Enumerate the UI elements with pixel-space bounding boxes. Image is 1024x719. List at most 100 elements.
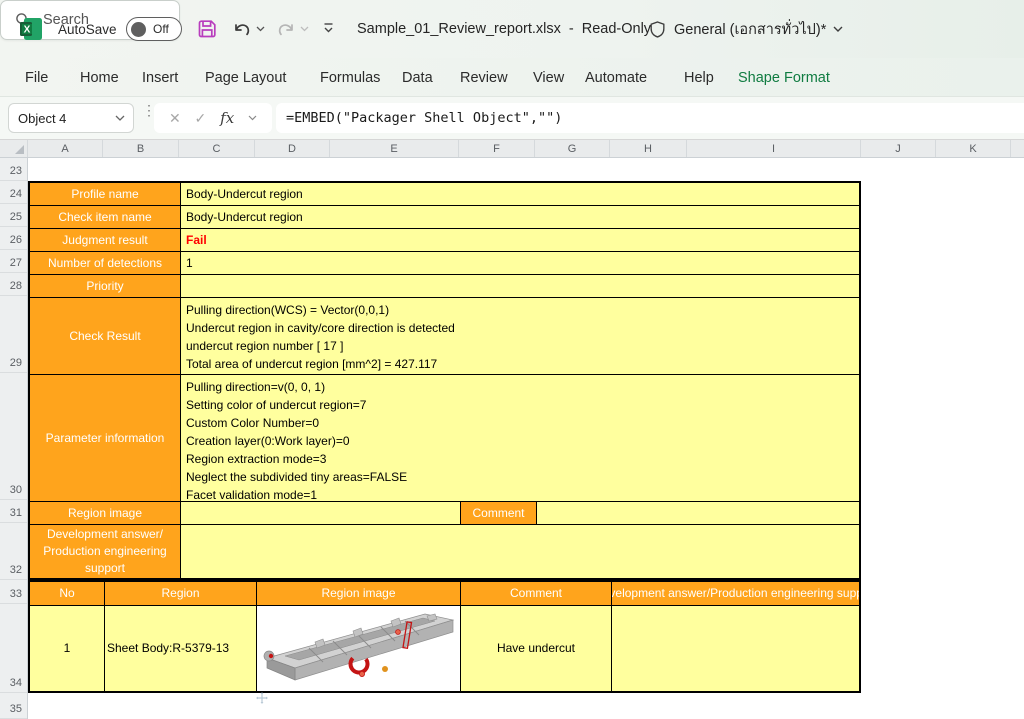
row-header-23[interactable]: 23 xyxy=(0,158,27,181)
development-answer-blank-cell[interactable] xyxy=(181,525,859,578)
label-judgment-result[interactable]: Judgment result xyxy=(30,229,181,252)
detail-header-region[interactable]: Region xyxy=(105,582,257,606)
row-header-29[interactable]: 29 xyxy=(0,296,27,373)
column-header-B[interactable]: B xyxy=(103,140,179,157)
label-number-of-detections[interactable]: Number of detections xyxy=(30,252,181,275)
label-check-result[interactable]: Check Result xyxy=(30,298,181,375)
detail-header-development-answer[interactable]: Development answer/Production engineerin… xyxy=(612,582,859,606)
enter-button[interactable]: ✓ xyxy=(195,110,207,127)
value-judgment-result[interactable]: Fail xyxy=(181,229,859,252)
save-icon xyxy=(196,18,218,40)
detail-header-region-image[interactable]: Region image xyxy=(257,582,461,606)
formula-input[interactable]: =EMBED("Packager Shell Object","") xyxy=(276,103,1024,133)
comment-blank-cell[interactable] xyxy=(537,502,859,525)
detail-row-region[interactable]: Sheet Body:R-5379-13 xyxy=(105,606,257,691)
formula-bar: Object 4 ⋮ ✕ ✓ fx =EMBED("Packager Shell… xyxy=(0,97,1024,140)
excel-app-icon: X xyxy=(18,16,44,42)
column-header-H[interactable]: H xyxy=(610,140,687,157)
ribbon-tab-review[interactable]: Review xyxy=(460,58,508,97)
row-header-35[interactable]: 35 xyxy=(0,693,27,719)
filename: Sample_01_Review_report.xlsx xyxy=(357,21,561,37)
formula-text: =EMBED("Packager Shell Object","") xyxy=(286,110,562,126)
label-check-item-name[interactable]: Check item name xyxy=(30,206,181,229)
row-header-34[interactable]: 34 xyxy=(0,604,27,693)
undo-button[interactable] xyxy=(232,19,265,39)
column-header-F[interactable]: F xyxy=(459,140,535,157)
object-move-anchor-icon[interactable] xyxy=(256,692,268,704)
overflow-chevron-icon xyxy=(322,22,335,34)
column-header-K[interactable]: K xyxy=(936,140,1011,157)
name-box[interactable]: Object 4 xyxy=(8,103,134,133)
detail-row-no[interactable]: 1 xyxy=(30,606,105,691)
ribbon-tab-home[interactable]: Home xyxy=(80,58,119,97)
label-profile-name[interactable]: Profile name xyxy=(30,183,181,206)
label-comment[interactable]: Comment xyxy=(461,502,537,525)
document-title: Sample_01_Review_report.xlsx - Read-Only xyxy=(357,0,651,58)
detail-header-comment[interactable]: Comment xyxy=(461,582,612,606)
value-check-item-name[interactable]: Body-Undercut region xyxy=(181,206,859,229)
svg-text:X: X xyxy=(24,25,31,36)
insert-function-button[interactable]: fx xyxy=(220,109,234,127)
name-box-value: Object 4 xyxy=(18,111,115,126)
save-button[interactable] xyxy=(196,18,218,40)
autosave-state: Off xyxy=(153,22,169,36)
label-region-image[interactable]: Region image xyxy=(30,502,181,525)
ribbon-tab-file[interactable]: File xyxy=(25,58,48,97)
quick-access-overflow-button[interactable] xyxy=(322,22,335,34)
sensitivity-chevron-icon xyxy=(833,26,843,33)
column-header-G[interactable]: G xyxy=(535,140,610,157)
ribbon-tab-bar: File Home Insert Page Layout Formulas Data Rev… xyxy=(0,58,1024,97)
fx-chevron-icon[interactable] xyxy=(248,115,257,121)
column-headers: ABCDEFGHIJK xyxy=(0,140,1024,158)
ribbon-tab-view[interactable]: View xyxy=(533,58,564,97)
row-header-28[interactable]: 28 xyxy=(0,273,27,296)
value-number-of-detections[interactable]: 1 xyxy=(181,252,859,275)
toggle-knob-icon xyxy=(131,22,146,37)
column-header-E[interactable]: E xyxy=(330,140,459,157)
autosave-toggle[interactable]: Off xyxy=(126,17,182,41)
row-header-30[interactable]: 30 xyxy=(0,373,27,500)
column-header-J[interactable]: J xyxy=(861,140,936,157)
row-header-31[interactable]: 31 xyxy=(0,500,27,523)
label-development-answer[interactable]: Development answer/ Production engineeri… xyxy=(30,525,181,578)
column-header-C[interactable]: C xyxy=(179,140,255,157)
column-header-D[interactable]: D xyxy=(255,140,330,157)
value-priority[interactable] xyxy=(181,275,859,298)
sensitivity-text: General (เอกสารทั่วไป)* xyxy=(674,18,826,41)
redo-dropdown-icon xyxy=(300,26,309,32)
label-parameter-information[interactable]: Parameter information xyxy=(30,375,181,502)
row-header-25[interactable]: 25 xyxy=(0,204,27,227)
ribbon-tab-formulas[interactable]: Formulas xyxy=(320,58,380,97)
column-header-A[interactable]: A xyxy=(28,140,103,157)
select-all-corner[interactable] xyxy=(0,140,28,157)
undo-dropdown-icon[interactable] xyxy=(256,26,265,32)
column-header-I[interactable]: I xyxy=(687,140,861,157)
value-parameter-information[interactable]: Pulling direction=v(0, 0, 1) Setting col… xyxy=(181,375,859,502)
label-priority[interactable]: Priority xyxy=(30,275,181,298)
ribbon-tab-insert[interactable]: Insert xyxy=(142,58,178,97)
detail-row-comment[interactable]: Have undercut xyxy=(461,606,612,691)
formula-bar-kebab-icon[interactable]: ⋮ xyxy=(142,106,150,114)
excel-window: X AutoSave Off xyxy=(0,0,1024,719)
row-header-33[interactable]: 33 xyxy=(0,580,27,604)
sensitivity-label-button[interactable]: General (เอกสารทั่วไป)* xyxy=(648,0,843,58)
region-image-blank-cell[interactable] xyxy=(181,502,461,525)
ribbon-tab-data[interactable]: Data xyxy=(402,58,433,97)
detail-header-no[interactable]: No xyxy=(30,582,105,606)
row-header-26[interactable]: 26 xyxy=(0,227,27,250)
ribbon-tab-help[interactable]: Help xyxy=(684,58,714,97)
name-box-chevron-icon[interactable] xyxy=(115,115,125,122)
sheet-canvas[interactable]: ABCDEFGHIJK 23242526272829303132333435 P… xyxy=(0,140,1024,719)
value-profile-name[interactable]: Body-Undercut region xyxy=(181,183,859,206)
value-check-result[interactable]: Pulling direction(WCS) = Vector(0,0,1) U… xyxy=(181,298,859,375)
row-header-24[interactable]: 24 xyxy=(0,181,27,204)
ribbon-tab-page-layout[interactable]: Page Layout xyxy=(205,58,286,97)
ribbon-tab-automate[interactable]: Automate xyxy=(585,58,647,97)
detail-row-region-image[interactable] xyxy=(257,606,461,691)
ribbon-tab-shape-format[interactable]: Shape Format xyxy=(738,58,830,97)
row-header-32[interactable]: 32 xyxy=(0,523,27,580)
cancel-button[interactable]: ✕ xyxy=(169,110,181,127)
detail-row-development-answer[interactable] xyxy=(612,606,859,691)
title-bar: X AutoSave Off xyxy=(0,0,1024,58)
row-header-27[interactable]: 27 xyxy=(0,250,27,273)
